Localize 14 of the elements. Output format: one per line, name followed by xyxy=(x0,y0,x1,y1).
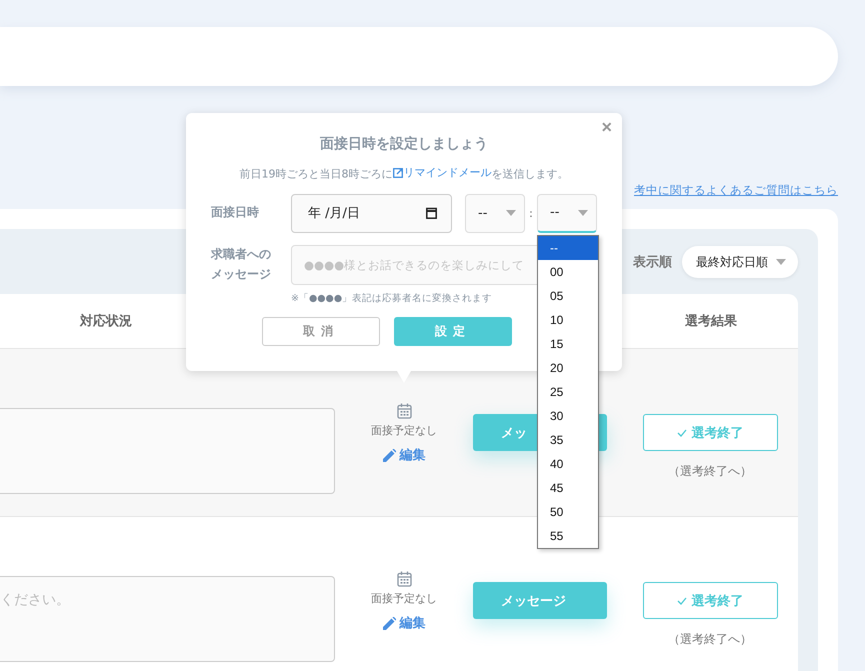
note-text: ※「●●●●」表記は応募者名に変換されます xyxy=(291,292,492,304)
result-note: （選考終了へ） xyxy=(668,631,752,648)
result-note: （選考終了へ） xyxy=(668,463,752,480)
dialog-title: 面接日時を設定しましょう xyxy=(319,135,489,153)
dialog-subtitle: 前日19時ごろと当日8時ごろに リマインドメールを送信します。 xyxy=(238,165,570,182)
column-header: 対応状況 xyxy=(80,312,132,330)
field-label: メッセージ xyxy=(211,266,271,282)
interview-status: 面接予定なし xyxy=(371,591,437,606)
interview-status: 面接予定なし xyxy=(371,423,437,438)
sort-label: 表示順 xyxy=(633,254,672,271)
field-label: 求職者への xyxy=(211,246,271,264)
field-label: 面接日時 xyxy=(211,204,260,222)
time-separator: : xyxy=(528,206,534,220)
column-header: 選考結果 xyxy=(685,313,737,330)
